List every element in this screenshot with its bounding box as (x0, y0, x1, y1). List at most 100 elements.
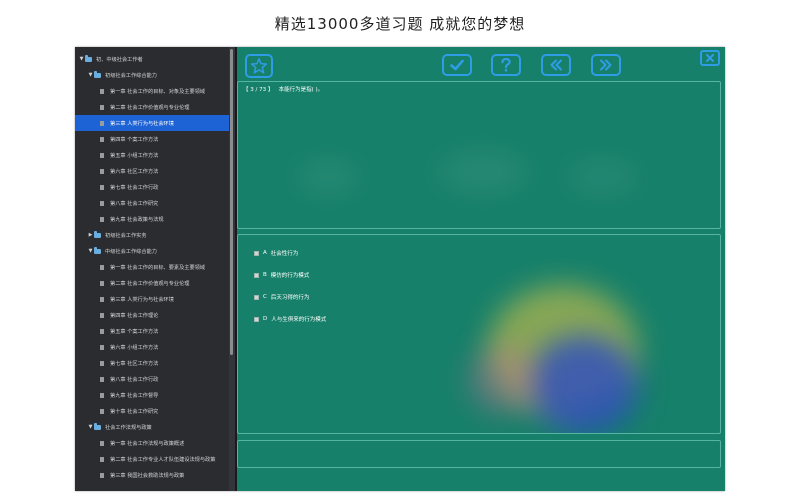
option-checkbox[interactable] (254, 272, 259, 278)
blurred-image (468, 345, 538, 415)
sidebar-item-label: 第一章 社会工作的目标、对象及主要领域 (110, 88, 206, 95)
sidebar-item[interactable]: 第二章 社会工作价值观与专业伦理 (75, 275, 229, 291)
blurred-watermark (298, 162, 358, 192)
sidebar-folder[interactable]: ▼ 社会工作法规与政策 (75, 419, 229, 435)
sidebar-item-label: 第六章 社区工作方法 (110, 168, 159, 175)
sidebar-item[interactable]: 第四章 个案工作方法 (75, 131, 229, 147)
sidebar-item-label: 第十章 社会工作研究 (110, 408, 159, 415)
sidebar-item-label: 第八章 社会工作研究 (110, 200, 159, 207)
sidebar-item[interactable]: 第七章 社会工作行政 (75, 179, 229, 195)
sidebar-item-label: 第三章 人类行为与社会环境 (110, 296, 174, 303)
option-letter: A (263, 250, 267, 256)
sidebar-item-label: 第三章 人类行为与社会环境 (110, 120, 174, 127)
triangle-right-icon[interactable]: ▶ (87, 232, 94, 238)
scrollbar-thumb[interactable] (230, 49, 233, 355)
sidebar-item-label: 第二章 社会工作专业人才队伍建设法规与政策 (110, 456, 216, 463)
sidebar-item-label: 第四章 个案工作方法 (110, 136, 159, 143)
sidebar-item[interactable]: 第六章 社区工作方法 (75, 163, 229, 179)
answer-option[interactable]: D 人与生俱来的行为模式 (254, 315, 326, 323)
sidebar-item-label: 第一章 社会工作的目标、要素及主要领域 (110, 264, 206, 271)
sidebar-item[interactable]: 第三章 人类行为与社会环境 (75, 115, 229, 131)
hint-button[interactable] (491, 54, 521, 76)
document-icon (100, 296, 104, 302)
sidebar-item[interactable]: 第十章 社会工作研究 (75, 403, 229, 419)
document-icon (100, 200, 104, 206)
double-left-icon (550, 59, 562, 71)
sidebar-item[interactable]: 第六章 小组工作方法 (75, 339, 229, 355)
document-icon (100, 328, 104, 334)
answer-option[interactable]: C 后天习得的行为 (254, 293, 309, 301)
next-question-button[interactable] (591, 54, 621, 76)
question-icon (501, 58, 511, 72)
document-icon (100, 136, 104, 142)
star-icon (250, 58, 268, 74)
option-text: 后天习得的行为 (270, 295, 310, 301)
previous-question-button[interactable] (541, 54, 571, 76)
answer-option[interactable]: B 模仿的行为模式 (254, 271, 309, 279)
sidebar-item[interactable]: 第二章 社会工作专业人才队伍建设法规与政策 (75, 451, 229, 467)
triangle-down-icon[interactable]: ▼ (87, 424, 94, 430)
options-panel: A 社会性行为 B 模仿的行为模式 C 后天习得的行为 D 人与生俱来的行为模式 (237, 234, 721, 434)
sidebar-item[interactable]: 第九章 社会工作督导 (75, 387, 229, 403)
sidebar-item[interactable]: 第五章 小组工作方法 (75, 147, 229, 163)
question-text: 【 3 / 73 】 本能行为是指( )。 (243, 85, 323, 93)
chapter-tree: ▼ 初、中级社会工作者 ▼ 初级社会工作综合能力第一章 社会工作的目标、对象及主要领域… (75, 51, 229, 483)
sidebar-item-label: 第一章 社会工作法规与政策概述 (110, 440, 185, 447)
document-icon (100, 184, 104, 190)
sidebar-item[interactable]: 第七章 社区工作方法 (75, 355, 229, 371)
sidebar-item[interactable]: 第三章 我国社会救助法规与政策 (75, 467, 229, 483)
document-icon (100, 312, 104, 318)
blurred-image (528, 335, 638, 433)
folder-icon (94, 231, 101, 238)
double-right-icon (600, 59, 612, 71)
document-icon (100, 104, 104, 110)
folder-icon (94, 423, 101, 430)
triangle-down-icon[interactable]: ▼ (78, 56, 85, 62)
sidebar-item-label: 中级社会工作综合能力 (105, 248, 157, 255)
question-stem: 本能行为是指( )。 (278, 87, 324, 93)
triangle-down-icon[interactable]: ▼ (87, 72, 94, 78)
sidebar-item[interactable]: 第一章 社会工作的目标、对象及主要领域 (75, 83, 229, 99)
question-panel: 【 3 / 73 】 本能行为是指( )。 (237, 81, 721, 229)
sidebar-item-label: 第九章 社会政策与法规 (110, 216, 164, 223)
sidebar-item[interactable]: 第五章 个案工作方法 (75, 323, 229, 339)
document-icon (100, 456, 104, 462)
folder-icon (94, 71, 101, 78)
answer-option[interactable]: A 社会性行为 (254, 249, 298, 257)
sidebar-item[interactable]: 第八章 社会工作行政 (75, 371, 229, 387)
sidebar-item-label: 初、中级社会工作者 (96, 56, 143, 63)
sidebar-item[interactable]: 第一章 社会工作法规与政策概述 (75, 435, 229, 451)
sidebar-item[interactable]: 第三章 人类行为与社会环境 (75, 291, 229, 307)
sidebar-item[interactable]: 第二章 社会工作价值观与专业伦理 (75, 99, 229, 115)
document-icon (100, 264, 104, 270)
submit-button[interactable] (442, 54, 472, 76)
option-checkbox[interactable] (254, 250, 259, 256)
blurred-watermark (568, 162, 638, 192)
sidebar-item[interactable]: 第一章 社会工作的目标、要素及主要领域 (75, 259, 229, 275)
sidebar-folder[interactable]: ▼ 初级社会工作综合能力 (75, 67, 229, 83)
document-icon (100, 360, 104, 366)
sidebar-folder[interactable]: ▼ 中级社会工作综合能力 (75, 243, 229, 259)
sidebar-item[interactable]: 第八章 社会工作研究 (75, 195, 229, 211)
sidebar-item-label: 第五章 个案工作方法 (110, 328, 159, 335)
document-icon (100, 408, 104, 414)
close-button[interactable] (700, 50, 720, 66)
sidebar-item-label: 第五章 小组工作方法 (110, 152, 159, 159)
document-icon (100, 472, 104, 478)
option-text: 人与生俱来的行为模式 (271, 317, 327, 323)
sidebar-item-label: 初级社会工作综合能力 (105, 72, 157, 79)
option-checkbox[interactable] (254, 294, 259, 300)
triangle-down-icon[interactable]: ▼ (87, 248, 94, 254)
sidebar-item-label: 第三章 我国社会救助法规与政策 (110, 472, 185, 479)
sidebar-item[interactable]: 第四章 社会工作理论 (75, 307, 229, 323)
document-icon (100, 376, 104, 382)
chapter-sidebar: ▼ 初、中级社会工作者 ▼ 初级社会工作综合能力第一章 社会工作的目标、对象及主要领域… (75, 47, 229, 491)
document-icon (100, 88, 104, 94)
option-checkbox[interactable] (254, 316, 259, 322)
sidebar-folder[interactable]: ▶ 初级社会工作实务 (75, 227, 229, 243)
sidebar-item-label: 第二章 社会工作价值观与专业伦理 (110, 280, 190, 287)
sidebar-item[interactable]: 第九章 社会政策与法规 (75, 211, 229, 227)
favorite-button[interactable] (245, 54, 273, 78)
document-icon (100, 440, 104, 446)
sidebar-folder[interactable]: ▼ 初、中级社会工作者 (75, 51, 229, 67)
